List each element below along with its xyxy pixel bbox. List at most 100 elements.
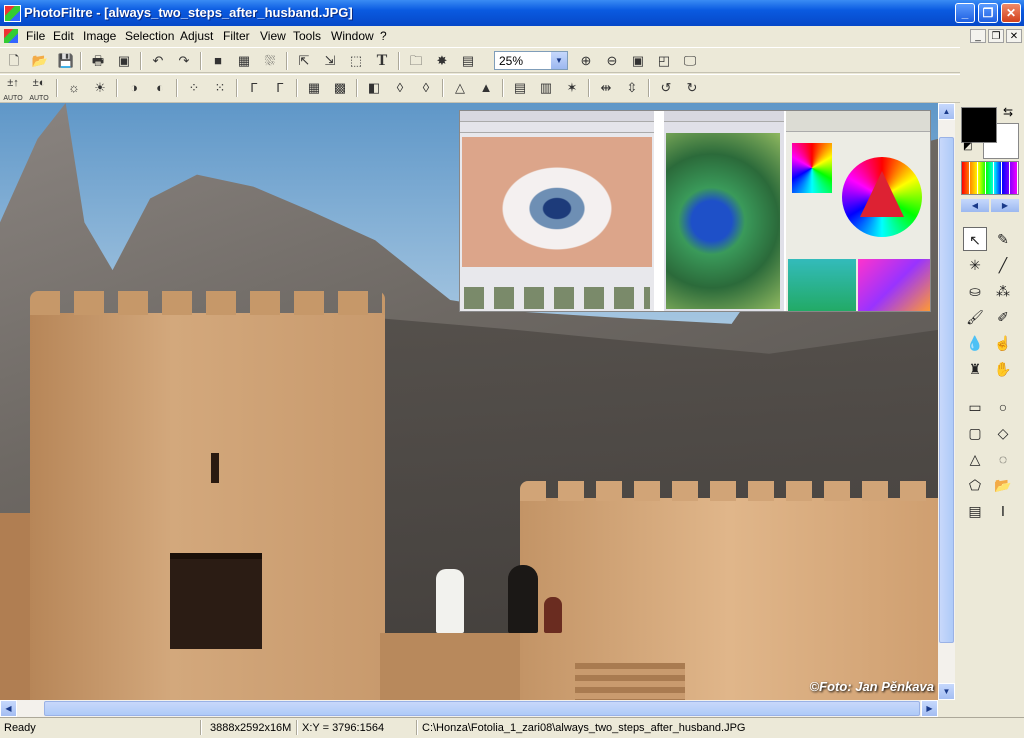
menu-window[interactable]: Window [327,28,378,44]
plugin-icon[interactable]: ✸ [432,51,452,71]
select-tool-icon[interactable]: ↖ [963,227,987,251]
image-canvas[interactable]: ©Foto: Jan Pěnkava [0,103,938,700]
app-icon[interactable] [4,5,21,22]
diamond-shape-icon[interactable]: ◇ [991,421,1015,445]
menu-view[interactable]: View [256,28,290,44]
menu-filter[interactable]: Filter [219,28,254,44]
saturation-minus-icon[interactable]: ⁘ [184,78,204,98]
fit-window-icon[interactable]: ◰ [654,51,674,71]
undo-icon[interactable]: ↶ [148,51,168,71]
vertical-scroll-thumb[interactable] [939,137,954,643]
vertical-text-icon[interactable]: Ⅰ [991,499,1015,523]
gamma-minus-icon[interactable]: Γ [244,78,264,98]
clone-stamp-icon[interactable]: ♜ [963,357,987,381]
document-icon[interactable] [4,29,18,43]
menu-file[interactable]: File [22,28,49,44]
advanced-brush-icon[interactable]: ✐ [991,305,1015,329]
maximize-button[interactable]: ❐ [978,3,998,23]
horizontal-text-icon[interactable]: ▤ [963,499,987,523]
palette-prev-icon[interactable]: ◀ [961,199,989,212]
menu-image[interactable]: Image [79,28,120,44]
text-tool-icon[interactable]: T [372,51,392,71]
gradient-icon[interactable]: ▤ [510,78,530,98]
crop-icon[interactable]: ⬚ [346,51,366,71]
line-tool-icon[interactable]: ╱ [991,253,1015,277]
horizontal-scroll-thumb[interactable] [44,701,920,716]
menu-edit[interactable]: Edit [49,28,78,44]
window-mode-icon[interactable]: ▤ [458,51,478,71]
flip-horizontal-icon[interactable]: ⇹ [596,78,616,98]
rotate-right-icon[interactable]: ↻ [682,78,702,98]
contrast-minus-icon[interactable]: ◑ [124,78,144,98]
fullscreen-icon[interactable]: 🖵 [680,51,700,71]
finger-icon[interactable]: ☝ [991,331,1015,355]
close-button[interactable]: ✕ [1001,3,1021,23]
scan-icon[interactable]: ▣ [114,51,134,71]
contrast-plus-icon[interactable]: ◐ [150,78,170,98]
fill-bucket-icon[interactable]: ⛀ [963,279,987,303]
reset-colors-icon[interactable]: ◩ [963,141,972,152]
menu-adjust[interactable]: Adjust [176,28,217,44]
zoom-select[interactable]: 25% ▼ [494,51,568,70]
foreground-color-swatch[interactable] [961,107,997,143]
flip-vertical-icon[interactable]: ⇳ [622,78,642,98]
blur-more-icon[interactable]: ◧ [364,78,384,98]
doc-restore-button[interactable]: ❐ [988,29,1004,43]
drop-more-icon[interactable]: ◊ [416,78,436,98]
colors-icon[interactable]: ▦ [234,51,254,71]
lasso-icon[interactable]: ◌ [991,447,1015,471]
chevron-down-icon[interactable]: ▼ [551,52,567,69]
sky-gradient-icon[interactable]: ▥ [536,78,556,98]
canvas-size-icon[interactable]: ⇲ [320,51,340,71]
menu-help[interactable]: ? [376,28,391,44]
image-size-icon[interactable]: ⇱ [294,51,314,71]
ellipse-shape-icon[interactable]: ○ [991,395,1015,419]
effects-icon[interactable]: ✶ [562,78,582,98]
polygon-icon[interactable]: ⬠ [963,473,987,497]
save-icon[interactable]: 💾 [56,51,76,71]
magic-wand-icon[interactable]: ✳ [963,253,987,277]
palette-next-icon[interactable]: ▶ [991,199,1019,212]
gamma-plus-icon[interactable]: Γ [270,78,290,98]
blur-drop-icon[interactable]: 💧 [963,331,987,355]
swap-colors-icon[interactable]: ⇆ [1003,105,1013,119]
menu-tools[interactable]: Tools [289,28,325,44]
triangle-shape-icon[interactable]: △ [963,447,987,471]
rounded-rect-shape-icon[interactable]: ▢ [963,421,987,445]
zoom-out-icon[interactable]: ⊖ [602,51,622,71]
blur-icon[interactable]: ▦ [304,78,324,98]
saturation-plus-icon[interactable]: ⁙ [210,78,230,98]
color-palette[interactable] [961,161,1019,195]
rotate-left-icon[interactable]: ↺ [656,78,676,98]
scroll-right-icon[interactable]: ▶ [921,700,938,717]
doc-close-button[interactable]: ✕ [1006,29,1022,43]
vertical-scrollbar[interactable]: ▲ ▼ [938,103,955,700]
explorer-icon[interactable]: 🗀 [406,51,426,71]
zoom-in-icon[interactable]: ⊕ [576,51,596,71]
horizontal-scrollbar[interactable]: ◀ ▶ [0,700,938,717]
scroll-left-icon[interactable]: ◀ [0,700,17,717]
brightness-minus-icon[interactable]: ☼ [64,78,84,98]
auto-levels-icon[interactable]: ±↑ AUTO [3,76,23,102]
transparency-icon[interactable]: ⛆ [260,51,280,71]
load-shape-icon[interactable]: 📂 [991,473,1015,497]
hand-icon[interactable]: ✋ [991,357,1015,381]
new-icon[interactable]: 🗋 [4,51,24,71]
open-icon[interactable]: 📂 [30,51,50,71]
minimize-button[interactable]: _ [955,3,975,23]
actual-size-icon[interactable]: ▣ [628,51,648,71]
sharpen-triangle-icon[interactable]: △ [450,78,470,98]
sharpen-more-icon[interactable]: ▲ [476,78,496,98]
brightness-plus-icon[interactable]: ☀ [90,78,110,98]
brush-icon[interactable]: 🖌 [963,305,987,329]
drop-icon[interactable]: ◊ [390,78,410,98]
scroll-up-icon[interactable]: ▲ [938,103,955,120]
auto-contrast-icon[interactable]: ±◐ AUTO [29,76,49,102]
sharpen-icon[interactable]: ▩ [330,78,350,98]
redo-icon[interactable]: ↷ [174,51,194,71]
menu-selection[interactable]: Selection [121,28,178,44]
rectangle-shape-icon[interactable]: ▭ [963,395,987,419]
spray-icon[interactable]: ⁂ [991,279,1015,303]
grayscale-icon[interactable]: ■ [208,51,228,71]
eyedropper-icon[interactable]: ✎ [991,227,1015,251]
